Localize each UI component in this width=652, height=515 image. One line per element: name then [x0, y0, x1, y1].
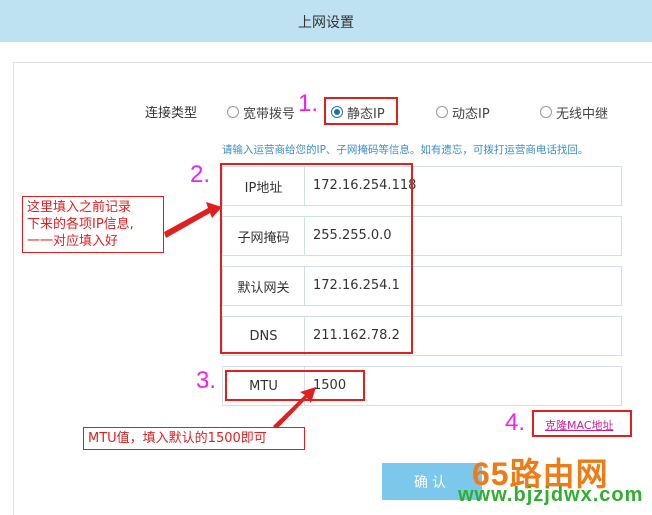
ip-info-note: 这里填入之前记录 下来的各项IP信息, 一一对应填入好 [22, 196, 164, 253]
radio-wireless-relay[interactable]: 无线中继 [540, 104, 609, 122]
page-title: 上网设置 [298, 15, 354, 31]
radio-label: 宽带拨号 [243, 106, 296, 122]
radio-dynamic-ip[interactable]: 动态IP [436, 104, 490, 122]
mtu-highlight-box [225, 370, 365, 401]
hint-text: 请输入运营商给您的IP、子网掩码等信息。如有遗忘，可拨打运营商电话找回。 [222, 144, 589, 156]
ip-fields-highlight-box [220, 163, 413, 354]
mtu-note: MTU值，填入默认的1500即可 [83, 427, 305, 450]
note-line: 一一对应填入好 [27, 234, 119, 249]
step-number-3: 3. [196, 367, 217, 394]
radio-icon [227, 106, 239, 118]
title-bar: 上网设置 [0, 0, 652, 42]
step-number-4: 4. [505, 409, 526, 436]
step-number-2: 2. [190, 161, 211, 188]
note-line: 这里填入之前记录 [27, 200, 132, 215]
radio-label: 无线中继 [556, 106, 609, 122]
connection-type-label: 连接类型 [145, 106, 198, 121]
clone-mac-highlight-box [532, 410, 632, 437]
watermark-url: www.bjzjdwx.com [458, 484, 644, 506]
note-line: 下来的各项IP信息, [27, 217, 134, 232]
radio-label: 动态IP [452, 106, 490, 122]
static-ip-highlight-box [324, 97, 398, 125]
radio-icon [436, 106, 448, 118]
radio-pppoe[interactable]: 宽带拨号 [227, 104, 296, 122]
radio-icon [540, 106, 552, 118]
step-number-1: 1. [298, 90, 319, 117]
